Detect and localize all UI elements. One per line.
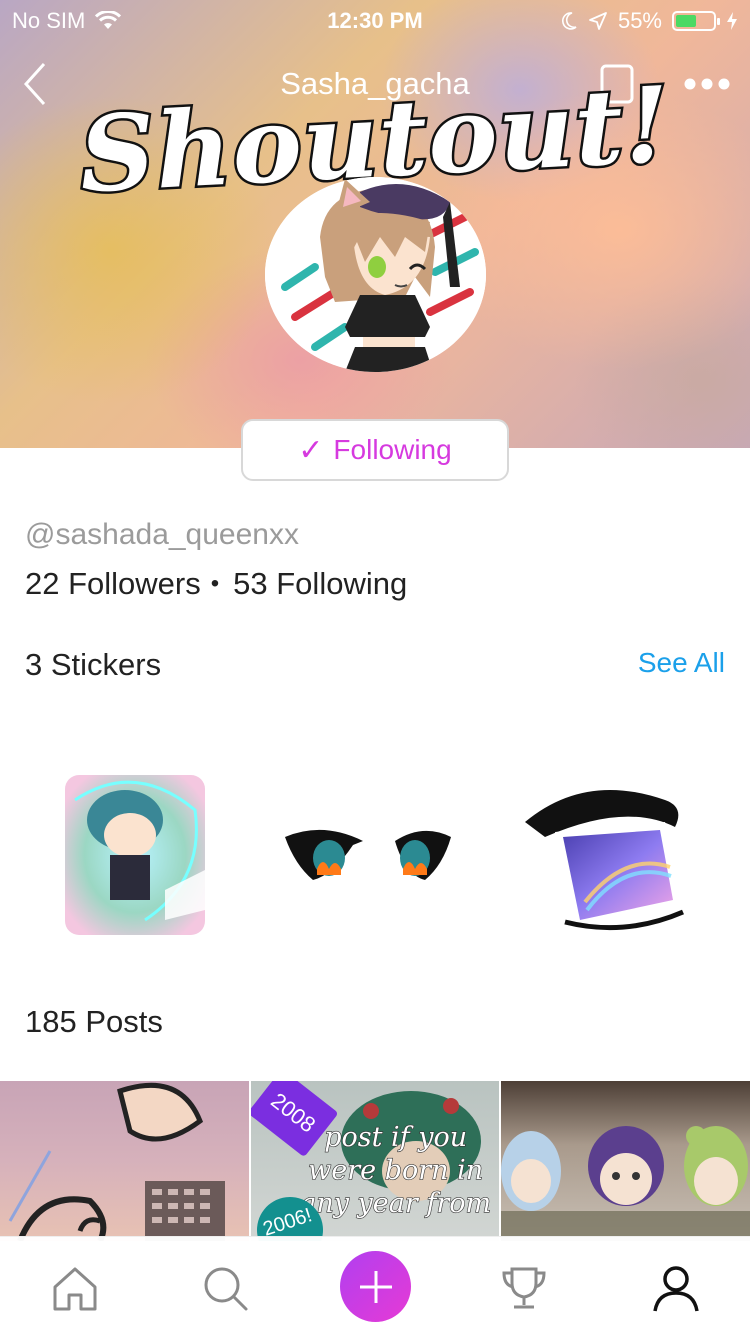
charging-bolt-icon <box>727 12 737 30</box>
avatar-character-image <box>265 177 486 372</box>
tab-profile[interactable] <box>648 1261 704 1317</box>
following-button-label: Following <box>333 434 452 465</box>
profile-cover: No SIM 12:30 PM 55% Sasha_gacha Shoutout… <box>0 0 750 448</box>
post-image-1 <box>8 1082 225 1241</box>
tab-create-post[interactable] <box>340 1251 411 1322</box>
trophy-icon <box>502 1267 546 1309</box>
post-image-3 <box>501 1126 750 1241</box>
status-right: 55% <box>560 8 738 34</box>
tab-leaderboard[interactable] <box>496 1261 552 1317</box>
avatar[interactable] <box>265 177 486 372</box>
sticker-galaxy-eye-image <box>525 789 685 931</box>
post-thumbnail-2[interactable]: 2008 post if you were born in any year f… <box>250 1081 500 1241</box>
stickers-title: 3 Stickers <box>25 647 162 682</box>
search-icon <box>204 1267 248 1311</box>
user-handle: @sashada_queenxx <box>25 518 299 551</box>
sticker-2[interactable] <box>283 825 453 883</box>
add-icon <box>359 1270 392 1303</box>
posts-grid: 2008 post if you were born in any year f… <box>0 1081 750 1241</box>
battery-level <box>676 15 696 27</box>
follow-stats: 22 Followers • 53 Following <box>25 566 407 602</box>
check-icon: ✓ <box>298 433 324 467</box>
following-count[interactable]: 53 Following <box>233 566 407 602</box>
tab-search[interactable] <box>198 1261 254 1317</box>
post-caption: post if you were born in any year from <box>300 1121 492 1219</box>
battery-percent: 55% <box>617 8 662 33</box>
tab-home[interactable] <box>47 1261 103 1317</box>
sticker-1[interactable] <box>55 770 215 940</box>
posts-title: 185 Posts <box>25 1004 163 1039</box>
tab-bar <box>0 1236 750 1334</box>
sticker-eyes-image <box>285 829 451 880</box>
see-all-link[interactable]: See All <box>638 647 725 679</box>
sticker-3[interactable] <box>525 782 690 934</box>
status-bar: No SIM 12:30 PM 55% <box>0 0 750 40</box>
followers-count[interactable]: 22 Followers <box>25 566 201 602</box>
following-button[interactable]: ✓ Following <box>241 419 509 481</box>
post-thumbnail-1[interactable] <box>0 1081 249 1241</box>
sticker-character-image <box>65 775 205 935</box>
post-thumbnail-3[interactable] <box>501 1081 750 1241</box>
profile-icon <box>653 1266 699 1312</box>
home-icon <box>53 1267 97 1311</box>
separator-dot: • <box>210 570 220 597</box>
battery-icon <box>672 11 720 31</box>
moon-icon <box>561 12 577 30</box>
location-arrow-icon <box>589 12 607 30</box>
